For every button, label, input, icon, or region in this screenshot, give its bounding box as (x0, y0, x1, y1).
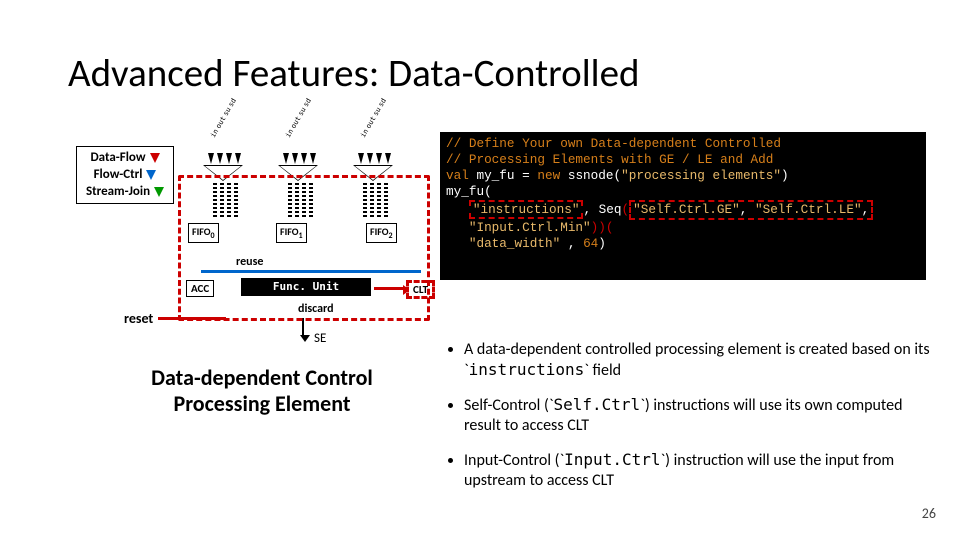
se-label: SE (314, 331, 326, 346)
reset-label: reset (124, 310, 153, 327)
bullets: A data-dependent controlled processing e… (446, 340, 932, 505)
instr-seq-highlight: "Self.Ctrl.GE", "Self.Ctrl.LE", (629, 200, 873, 220)
arrow-blue-icon (146, 170, 156, 180)
diagram-caption: Data-dependent Control Processing Elemen… (122, 365, 402, 417)
arrow-red-icon (150, 153, 160, 163)
bullet-3: Input-Control (`Input.Ctrl`) instruction… (464, 450, 932, 491)
legend-data-flow: Data-Flow (90, 149, 145, 166)
slide-title: Advanced Features: Data-Controlled (68, 50, 640, 97)
code-box: // Define Your own Data-dependent Contro… (440, 132, 926, 280)
instructions-key-highlight: "instructions" (469, 200, 584, 219)
legend-stream-join: Stream-Join (86, 183, 150, 200)
down-arrows-2 (358, 153, 391, 164)
diagram-panel: Data-Flow Flow-Ctrl Stream-Join inoutsus… (62, 135, 428, 415)
input-labels-1: inoutsusd (284, 97, 313, 139)
bullet-1: A data-dependent controlled processing e… (464, 340, 932, 381)
bullet-2: Self-Control (`Self.Ctrl`) instructions … (464, 395, 932, 436)
down-arrows-1 (283, 153, 316, 164)
input-labels-0: inoutsusd (209, 97, 238, 139)
legend-flow-ctrl: Flow-Ctrl (94, 166, 143, 183)
input-labels-2: inoutsusd (359, 97, 388, 139)
legend-box: Data-Flow Flow-Ctrl Stream-Join (76, 146, 174, 204)
down-arrows-0 (208, 153, 241, 164)
pe-dashed-outline (178, 175, 430, 321)
arrow-green-icon (154, 187, 164, 197)
slide-number: 26 (922, 505, 936, 522)
